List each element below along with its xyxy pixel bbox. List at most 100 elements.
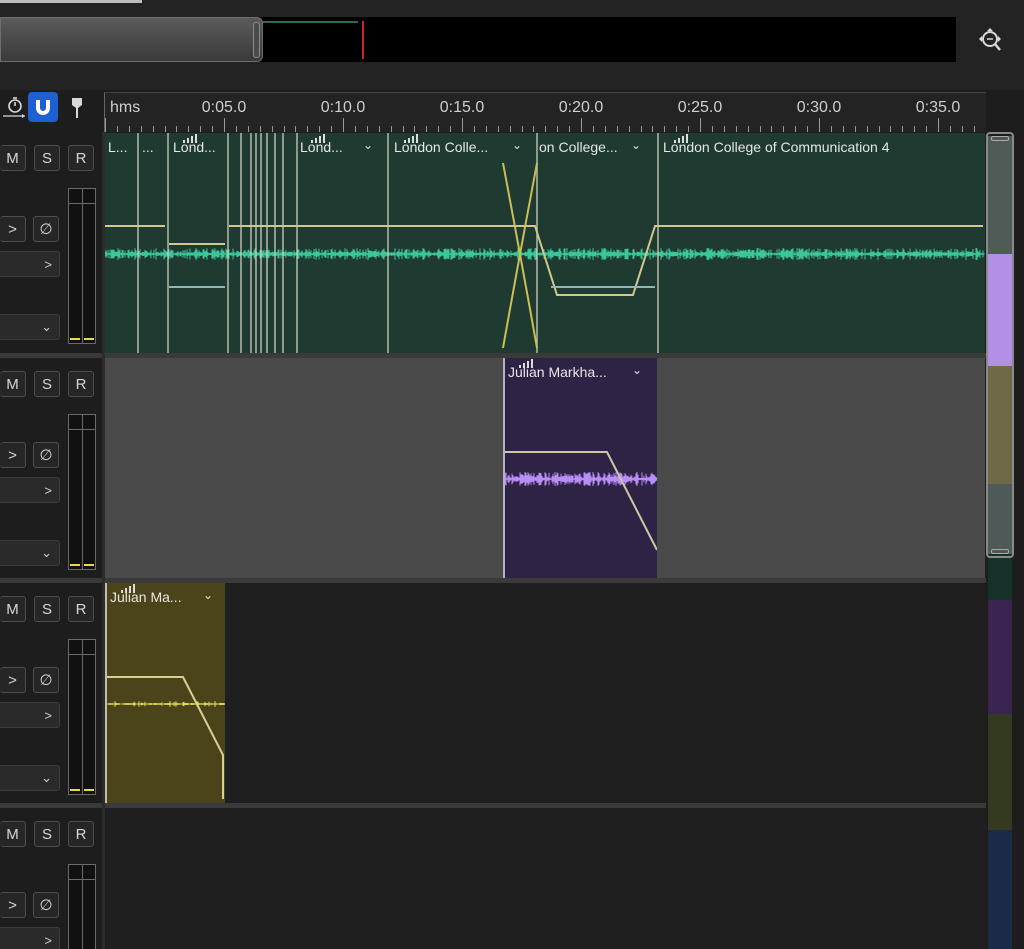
mute-button[interactable]: M [0,821,26,847]
input-select[interactable]: > [0,477,60,503]
ruler-tick [830,126,832,132]
track-lane-1[interactable]: L... ... Lond... Lond... ⌄ London Colle.… [105,133,985,353]
ruler-tick [711,126,713,132]
ruler-tick [783,126,785,132]
clip-menu-chevron-icon[interactable]: ⌄ [203,588,213,602]
marker-icon[interactable] [62,92,92,122]
clip-gain-icon [183,134,197,143]
solo-button[interactable]: S [34,821,60,847]
track-header: M S R > ∅ > [0,816,102,949]
solo-button[interactable]: S [34,596,60,622]
track-divider[interactable] [0,578,986,583]
expand-arrow-icon[interactable]: > [0,667,26,693]
ruler-tick [557,126,559,132]
header-lane-divider [102,132,105,949]
clip-menu-chevron-icon[interactable]: ⌄ [363,138,373,152]
ruler-tick [354,126,356,132]
phase-invert-icon[interactable]: ∅ [33,216,59,242]
output-select[interactable]: ⌄ [0,540,60,566]
ruler-tick [485,126,487,132]
ruler-tick [771,126,773,132]
timeline-overview [0,0,1024,90]
level-meter [68,639,96,795]
phase-invert-icon[interactable]: ∅ [33,442,59,468]
ruler-tick [949,126,951,132]
mute-button[interactable]: M [0,371,26,397]
clip-label[interactable]: ... [142,139,154,155]
record-button[interactable]: R [68,821,94,847]
ruler-tick [807,126,809,132]
zoom-handle-grip[interactable] [253,22,260,58]
ruler-tick [735,126,737,132]
track-header: M S R > ∅ > ⌄ [0,140,102,355]
output-select[interactable]: ⌄ [0,765,60,791]
ruler-tick [902,126,904,132]
track-lane-3[interactable]: Julian Ma... ⌄ [105,583,985,803]
expand-arrow-icon[interactable]: > [0,892,26,918]
ruler-tick [961,126,963,132]
magnet-icon[interactable] [28,92,58,122]
ruler-tick [319,126,321,132]
ruler-tick [224,118,225,132]
output-select[interactable]: ⌄ [0,314,60,340]
zoom-to-fit-icon[interactable] [973,24,1007,58]
ruler-tick-label: 0:30.0 [796,99,842,116]
clip-waveform [505,451,657,551]
vertical-track-navigator[interactable] [986,132,1014,949]
ruler-tick [378,126,380,132]
track-color-swatch [988,600,1012,714]
clip-menu-chevron-icon[interactable]: ⌄ [632,363,642,377]
time-ruler[interactable]: hms 0:05.0 0:10.0 0:15.0 0:20.0 0:25.0 0… [104,92,986,132]
ruler-tick [450,126,452,132]
clip-label[interactable]: L... [108,139,127,155]
audio-clip[interactable]: Julian Ma... ⌄ [105,583,225,803]
record-button[interactable]: R [68,596,94,622]
ruler-tick [331,126,333,132]
overview-playhead[interactable] [362,21,364,59]
ruler-tick [581,118,582,132]
expand-arrow-icon[interactable]: > [0,216,26,242]
clip-menu-chevron-icon[interactable]: ⌄ [512,138,522,152]
stopwatch-icon[interactable] [0,92,30,122]
scroll-thumb-grip-bottom[interactable] [991,549,1009,554]
mute-button[interactable]: M [0,596,26,622]
ruler-tick [866,126,868,132]
record-button[interactable]: R [68,371,94,397]
ruler-tick [462,118,463,132]
clip-waveform [107,676,225,799]
clip-label[interactable]: London College of Communication 4 [663,139,889,155]
track-divider[interactable] [0,353,986,358]
clip-menu-chevron-icon[interactable]: ⌄ [631,138,641,152]
record-button[interactable]: R [68,145,94,171]
clip-gain-icon [311,134,325,143]
expand-arrow-icon[interactable]: > [0,442,26,468]
clip-label[interactable]: on College... [539,139,618,155]
mute-button[interactable]: M [0,145,26,171]
phase-invert-icon[interactable]: ∅ [33,892,59,918]
ruler-tick [616,126,618,132]
phase-invert-icon[interactable]: ∅ [33,667,59,693]
audio-clip[interactable]: Julian Markha... ⌄ [503,358,657,578]
ruler-tick [604,126,606,132]
track-color-swatch [988,714,1012,830]
input-select[interactable]: > [0,251,60,277]
track-lane-4[interactable] [105,808,985,949]
input-select[interactable]: > [0,927,60,949]
ruler-tick [854,126,856,132]
solo-button[interactable]: S [34,371,60,397]
ruler-tick [569,126,571,132]
overview-top-line [0,0,142,3]
ruler-tick [343,118,344,132]
ruler-tick [795,126,797,132]
ruler-tick-label: 0:20.0 [558,99,604,116]
ruler-tick [628,126,630,132]
scroll-thumb-grip-top[interactable] [991,136,1009,141]
overview-zoom-handle[interactable] [0,17,263,62]
track-divider[interactable] [0,803,986,808]
track-lane-2[interactable]: Julian Markha... ⌄ [105,358,985,578]
ruler-tick-label: 0:05.0 [201,99,247,116]
vertical-scroll-thumb[interactable] [986,132,1014,558]
input-select[interactable]: > [0,702,60,728]
solo-button[interactable]: S [34,145,60,171]
ruler-tick-label: 0:10.0 [320,99,366,116]
